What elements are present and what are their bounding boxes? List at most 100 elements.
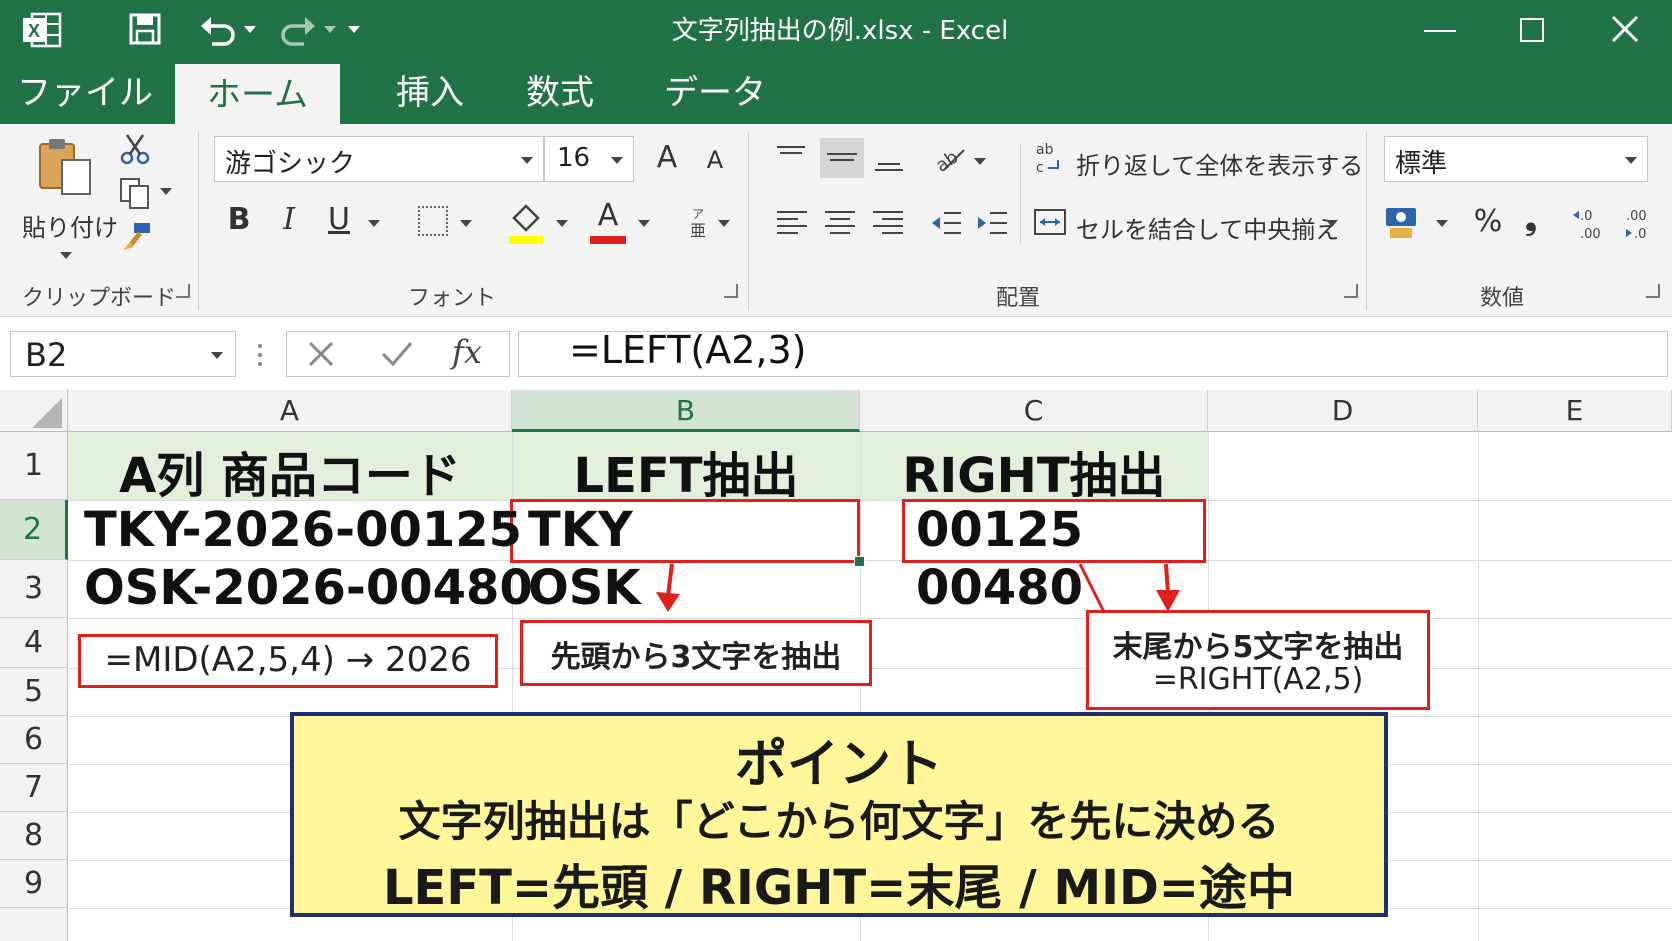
row-header-6[interactable]: 6 bbox=[0, 716, 68, 764]
cell-c2[interactable]: 00125 bbox=[916, 502, 1083, 558]
font-color-dropdown-icon[interactable] bbox=[638, 220, 650, 227]
cell-c1[interactable]: RIGHT抽出 bbox=[860, 436, 1208, 506]
font-name-dropdown[interactable]: 游ゴシック bbox=[214, 136, 544, 182]
wrap-text-icon[interactable]: ab c bbox=[1034, 140, 1064, 176]
chevron-down-icon bbox=[211, 352, 223, 359]
fill-color-icon[interactable] bbox=[508, 202, 544, 244]
tab-data[interactable]: データ bbox=[650, 62, 780, 124]
close-icon[interactable] bbox=[1610, 14, 1640, 44]
align-left-icon[interactable] bbox=[776, 208, 808, 238]
undo-icon[interactable] bbox=[198, 12, 238, 46]
cell-b1[interactable]: LEFT抽出 bbox=[512, 436, 860, 506]
decrease-decimal-icon[interactable]: .00.0 bbox=[1620, 204, 1660, 244]
font-launcher-icon[interactable] bbox=[724, 284, 738, 298]
row-header-10[interactable] bbox=[0, 908, 68, 941]
underline-button[interactable]: U bbox=[324, 202, 354, 237]
align-middle-icon[interactable] bbox=[820, 138, 864, 178]
enter-formula-icon[interactable] bbox=[380, 339, 414, 369]
formula-input[interactable]: =LEFT(A2,3) bbox=[518, 328, 1668, 377]
align-center-icon[interactable] bbox=[824, 208, 856, 238]
excel-logo-icon: X bbox=[22, 10, 62, 50]
shrink-font-button[interactable]: A bbox=[700, 146, 730, 174]
fill-color-dropdown-icon[interactable] bbox=[556, 220, 568, 227]
tab-file[interactable]: ファイル bbox=[10, 62, 160, 124]
paste-label[interactable]: 貼り付け bbox=[22, 208, 118, 243]
redo-icon[interactable] bbox=[278, 12, 318, 46]
comma-style-button[interactable]: ❟ bbox=[1520, 202, 1542, 237]
orientation-dropdown-icon[interactable] bbox=[974, 158, 986, 165]
column-header-a[interactable]: A bbox=[68, 390, 512, 432]
border-dropdown-icon[interactable] bbox=[460, 220, 472, 227]
paste-icon[interactable] bbox=[36, 134, 96, 198]
increase-decimal-icon[interactable]: .0.00 bbox=[1572, 204, 1612, 244]
undo-dropdown-icon[interactable] bbox=[244, 26, 256, 33]
redo-dropdown-icon[interactable] bbox=[324, 26, 336, 33]
accounting-dropdown-icon[interactable] bbox=[1436, 220, 1448, 227]
number-format-dropdown[interactable]: 標準 bbox=[1384, 136, 1648, 182]
row-header-2[interactable]: 2 bbox=[0, 500, 68, 560]
cell-c3[interactable]: 00480 bbox=[916, 560, 1083, 616]
column-header-b[interactable]: B bbox=[512, 390, 860, 432]
merge-dropdown-icon[interactable] bbox=[1326, 220, 1338, 227]
phonetic-dropdown-icon[interactable] bbox=[718, 220, 730, 227]
format-painter-icon[interactable] bbox=[120, 220, 154, 254]
tab-home[interactable]: ホーム bbox=[175, 64, 340, 124]
increase-indent-icon[interactable] bbox=[976, 208, 1008, 238]
cell-b3[interactable]: OSK bbox=[528, 560, 641, 616]
align-bottom-icon[interactable] bbox=[874, 150, 904, 174]
font-color-button[interactable]: A bbox=[590, 198, 626, 233]
grow-font-button[interactable]: A bbox=[650, 140, 684, 175]
cancel-formula-icon[interactable] bbox=[306, 339, 336, 369]
maximize-icon[interactable] bbox=[1520, 18, 1544, 42]
tab-insert[interactable]: 挿入 bbox=[375, 62, 485, 124]
vertical-dots-icon bbox=[258, 343, 262, 367]
merge-center-button[interactable]: セルを結合して中央揃え bbox=[1076, 210, 1339, 245]
mid-note: =MID(A2,5,4) → 2026 bbox=[104, 640, 472, 680]
orientation-icon[interactable]: ab bbox=[930, 140, 966, 177]
align-top-icon[interactable] bbox=[776, 144, 806, 168]
copy-dropdown-icon[interactable] bbox=[160, 188, 172, 195]
font-group-label: フォント bbox=[408, 286, 497, 311]
select-all-corner[interactable] bbox=[0, 390, 68, 432]
row-header-5[interactable]: 5 bbox=[0, 668, 68, 716]
copy-icon[interactable] bbox=[118, 176, 152, 210]
tab-formulas[interactable]: 数式 bbox=[505, 62, 615, 124]
row-header-7[interactable]: 7 bbox=[0, 764, 68, 812]
svg-text:ア: ア bbox=[692, 207, 704, 221]
cell-b2[interactable]: TKY bbox=[528, 502, 633, 558]
italic-button[interactable]: I bbox=[276, 202, 302, 237]
column-header-c[interactable]: C bbox=[860, 390, 1208, 432]
underline-dropdown-icon[interactable] bbox=[368, 220, 380, 227]
column-header-e[interactable]: E bbox=[1478, 390, 1672, 432]
row-header-8[interactable]: 8 bbox=[0, 812, 68, 860]
accounting-format-icon[interactable] bbox=[1384, 204, 1420, 240]
bold-button[interactable]: B bbox=[224, 202, 254, 237]
cell-a3[interactable]: OSK-2026-00480 bbox=[84, 560, 533, 616]
align-right-icon[interactable] bbox=[872, 208, 904, 238]
row-header-9[interactable]: 9 bbox=[0, 860, 68, 908]
font-size-dropdown[interactable]: 16 bbox=[544, 136, 634, 182]
insert-function-icon[interactable]: fx bbox=[452, 333, 492, 371]
border-icon[interactable] bbox=[418, 206, 448, 236]
number-launcher-icon[interactable] bbox=[1646, 284, 1660, 298]
percent-style-button[interactable]: % bbox=[1470, 204, 1506, 239]
alignment-launcher-icon[interactable] bbox=[1344, 284, 1358, 298]
wrap-text-button[interactable]: 折り返して全体を表示する bbox=[1076, 146, 1363, 181]
paste-dropdown-icon[interactable] bbox=[60, 252, 72, 259]
decrease-indent-icon[interactable] bbox=[930, 208, 962, 238]
cut-icon[interactable] bbox=[118, 132, 152, 166]
row-header-4[interactable]: 4 bbox=[0, 618, 68, 668]
clipboard-launcher-icon[interactable] bbox=[176, 284, 190, 298]
row-header-3[interactable]: 3 bbox=[0, 560, 68, 618]
name-box[interactable]: B2 bbox=[10, 331, 236, 377]
column-header-d[interactable]: D bbox=[1208, 390, 1478, 432]
qat-customize-icon[interactable] bbox=[348, 26, 360, 33]
phonetic-icon[interactable]: ア亜 bbox=[684, 204, 712, 240]
minimize-icon[interactable] bbox=[1424, 30, 1456, 32]
cell-a1[interactable]: A列 商品コード bbox=[68, 436, 512, 506]
fill-handle[interactable] bbox=[854, 556, 865, 567]
save-icon[interactable] bbox=[128, 12, 162, 46]
row-header-1[interactable]: 1 bbox=[0, 432, 68, 500]
cell-a2[interactable]: TKY-2026-00125 bbox=[84, 502, 522, 558]
merge-center-icon[interactable] bbox=[1034, 206, 1066, 238]
